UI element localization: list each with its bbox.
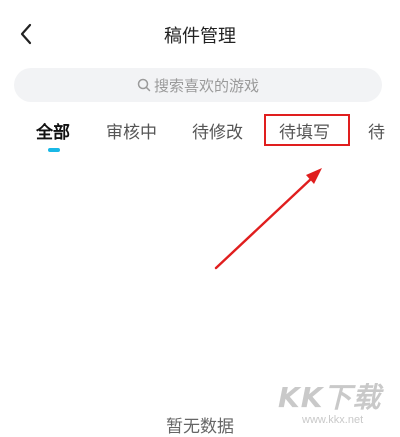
watermark-url: www.kkx.net: [302, 414, 364, 426]
annotation-arrow: [214, 168, 322, 270]
watermark-logo: KK下载 www.kkx.net: [274, 376, 394, 432]
watermark-brand: KK下载: [278, 381, 382, 414]
